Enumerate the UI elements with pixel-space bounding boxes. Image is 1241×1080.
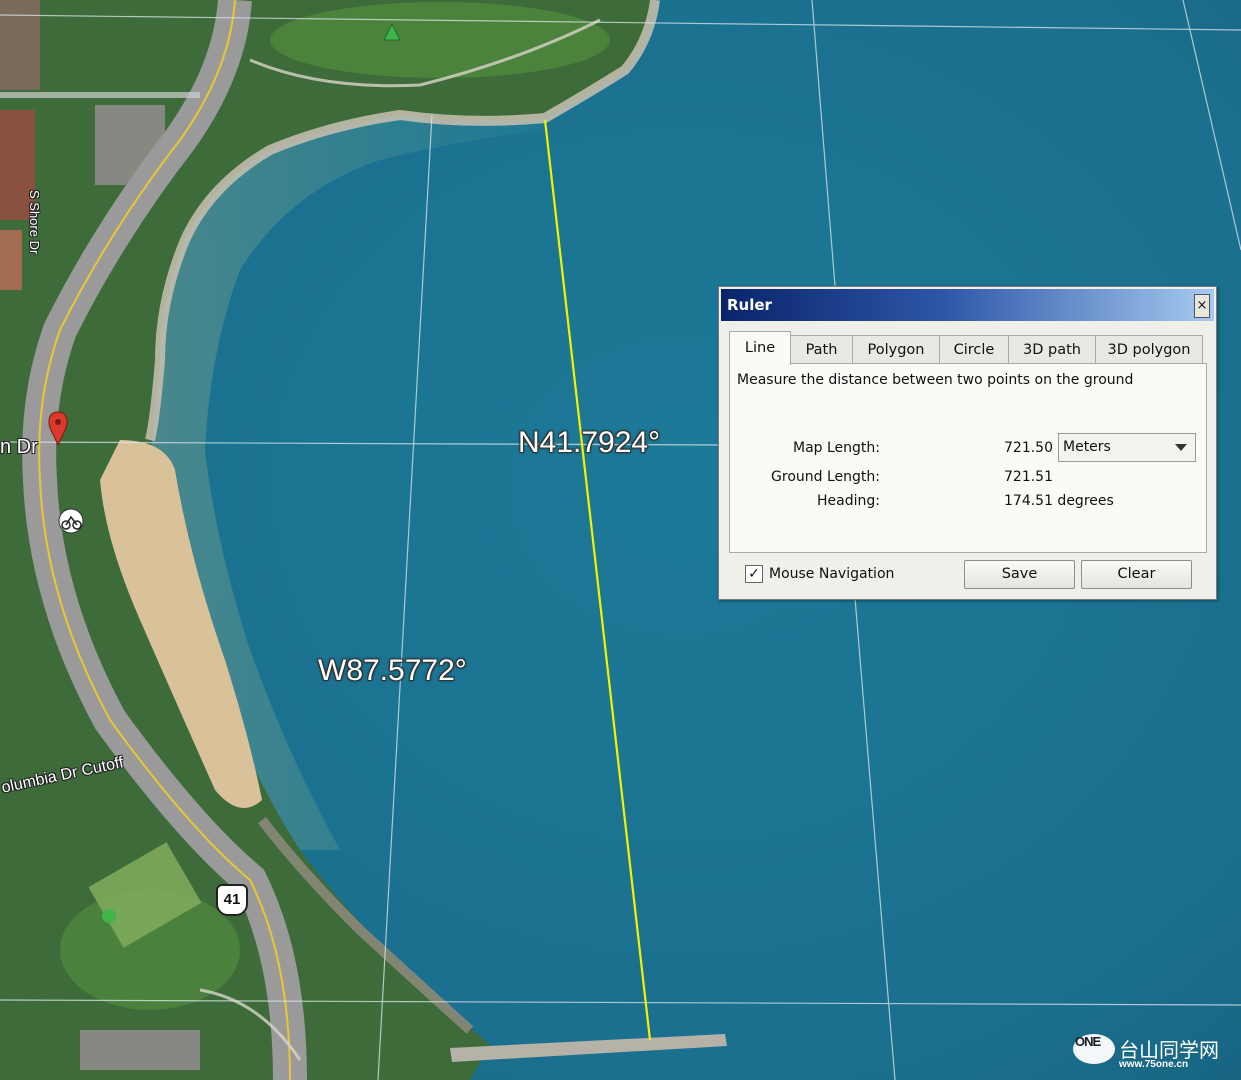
ruler-line-panel: Measure the distance between two points … bbox=[729, 363, 1207, 553]
ruler-dialog: Ruler × Line Path Polygon Circle 3D path… bbox=[718, 286, 1217, 600]
longitude-label: W87.5772° bbox=[318, 654, 467, 687]
road-label-s-shore-dr: S Shore Dr bbox=[27, 190, 42, 255]
ground-length-value: 721.51 bbox=[1004, 469, 1053, 485]
tab-line[interactable]: Line bbox=[729, 331, 791, 365]
mouse-navigation-label[interactable]: Mouse Navigation bbox=[769, 566, 894, 582]
map-length-label: Map Length: bbox=[792, 440, 880, 456]
site-watermark: ONE 台山同学网 www.75one.cn bbox=[1073, 1034, 1233, 1074]
watermark-logo-icon: ONE bbox=[1073, 1034, 1115, 1064]
mouse-navigation-checkbox[interactable]: ✓ bbox=[745, 565, 763, 583]
save-button[interactable]: Save bbox=[964, 560, 1075, 589]
heading-label: Heading: bbox=[817, 493, 880, 509]
bicycle-icon[interactable] bbox=[58, 508, 84, 534]
unit-select-value: Meters bbox=[1063, 439, 1111, 455]
latitude-label: N41.7924° bbox=[518, 426, 661, 459]
tab-circle[interactable]: Circle bbox=[939, 335, 1009, 364]
map-length-value: 721.50 bbox=[1004, 440, 1053, 456]
tab-path[interactable]: Path bbox=[790, 335, 853, 364]
ruler-titlebar[interactable]: Ruler × bbox=[721, 289, 1214, 321]
watermark-logo-text: ONE bbox=[1075, 1034, 1101, 1049]
close-icon[interactable]: × bbox=[1194, 294, 1210, 318]
ruler-title: Ruler bbox=[727, 296, 772, 314]
highway-41-shield: 41 bbox=[216, 884, 248, 916]
ground-length-label: Ground Length: bbox=[771, 469, 880, 485]
heading-value: 174.51 degrees bbox=[1004, 493, 1114, 509]
chevron-down-icon bbox=[1175, 444, 1187, 451]
ruler-description: Measure the distance between two points … bbox=[737, 372, 1134, 388]
road-label-drive: n Dr bbox=[0, 436, 38, 458]
tab-3d-polygon[interactable]: 3D polygon bbox=[1095, 335, 1203, 364]
watermark-url: www.75one.cn bbox=[1119, 1059, 1189, 1070]
unit-select[interactable]: Meters bbox=[1058, 433, 1196, 462]
tab-3d-path[interactable]: 3D path bbox=[1008, 335, 1096, 364]
clear-button[interactable]: Clear bbox=[1081, 560, 1192, 589]
tab-polygon[interactable]: Polygon bbox=[852, 335, 940, 364]
sports-field-icon[interactable] bbox=[102, 909, 116, 923]
